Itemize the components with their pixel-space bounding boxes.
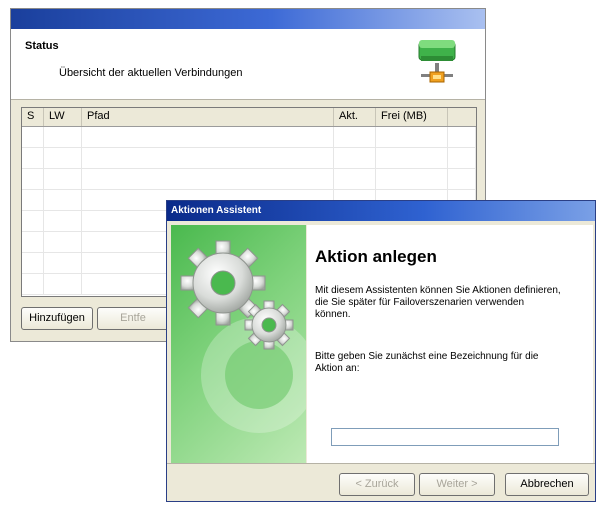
table-cell	[334, 148, 376, 168]
table-cell	[448, 127, 476, 147]
table-cell	[82, 127, 334, 147]
table-cell	[44, 232, 82, 252]
wizard-prompt: Bitte geben Sie zunächst eine Bezeichnun…	[315, 351, 539, 374]
table-cell	[44, 148, 82, 168]
table-cell	[334, 169, 376, 189]
table-cell	[44, 169, 82, 189]
back-button[interactable]: < Zurück	[339, 473, 415, 496]
status-header: Status Übersicht der aktuellen Verbindun…	[11, 29, 485, 100]
wizard-heading: Aktion anlegen	[315, 247, 437, 266]
gears-illustration	[171, 225, 306, 463]
add-button[interactable]: Hinzufügen	[21, 307, 93, 330]
status-window-titlebar[interactable]	[11, 9, 485, 29]
column-header-pfad[interactable]: Pfad	[82, 108, 334, 126]
next-button[interactable]: Weiter >	[419, 473, 495, 496]
status-subtitle: Übersicht der aktuellen Verbindungen	[59, 67, 243, 79]
wizard-title[interactable]: Aktionen Assistent	[167, 201, 595, 221]
table-cell	[22, 148, 44, 168]
table-cell	[22, 274, 44, 294]
table-cell	[22, 211, 44, 231]
table-row[interactable]	[22, 169, 476, 190]
cancel-button[interactable]: Abbrechen	[505, 473, 589, 496]
wizard-description: Mit diesem Assistenten können Sie Aktion…	[315, 285, 561, 320]
gears-icon	[180, 240, 306, 433]
column-header-s[interactable]: S	[22, 108, 44, 126]
table-cell	[376, 169, 448, 189]
status-title: Status	[25, 40, 59, 52]
action-wizard-dialog: Aktionen Assistent Aktion anlegen Mit di…	[166, 200, 596, 502]
table-header: S LW Pfad Akt. Frei (MB)	[22, 108, 476, 127]
table-cell	[82, 148, 334, 168]
table-cell	[448, 148, 476, 168]
divider	[167, 463, 595, 464]
table-cell	[44, 211, 82, 231]
table-cell	[334, 127, 376, 147]
table-cell	[22, 127, 44, 147]
column-header-frei[interactable]: Frei (MB)	[376, 108, 448, 126]
table-cell	[44, 274, 82, 294]
column-header-akt[interactable]: Akt.	[334, 108, 376, 126]
table-cell	[376, 148, 448, 168]
table-cell	[22, 190, 44, 210]
column-header-lw[interactable]: LW	[44, 108, 82, 126]
remove-button[interactable]: Entfe	[97, 307, 169, 330]
table-cell	[22, 169, 44, 189]
table-cell	[376, 127, 448, 147]
column-header-extra[interactable]	[448, 108, 476, 126]
table-cell	[22, 232, 44, 252]
table-cell	[82, 169, 334, 189]
table-row[interactable]	[22, 127, 476, 148]
action-name-input[interactable]	[331, 428, 559, 446]
table-cell	[44, 253, 82, 273]
table-row[interactable]	[22, 148, 476, 169]
network-drive-icon	[418, 40, 456, 83]
table-cell	[22, 253, 44, 273]
table-cell	[44, 190, 82, 210]
wizard-content: Aktion anlegen Mit diesem Assistenten kö…	[307, 225, 593, 463]
table-cell	[448, 169, 476, 189]
table-cell	[44, 127, 82, 147]
